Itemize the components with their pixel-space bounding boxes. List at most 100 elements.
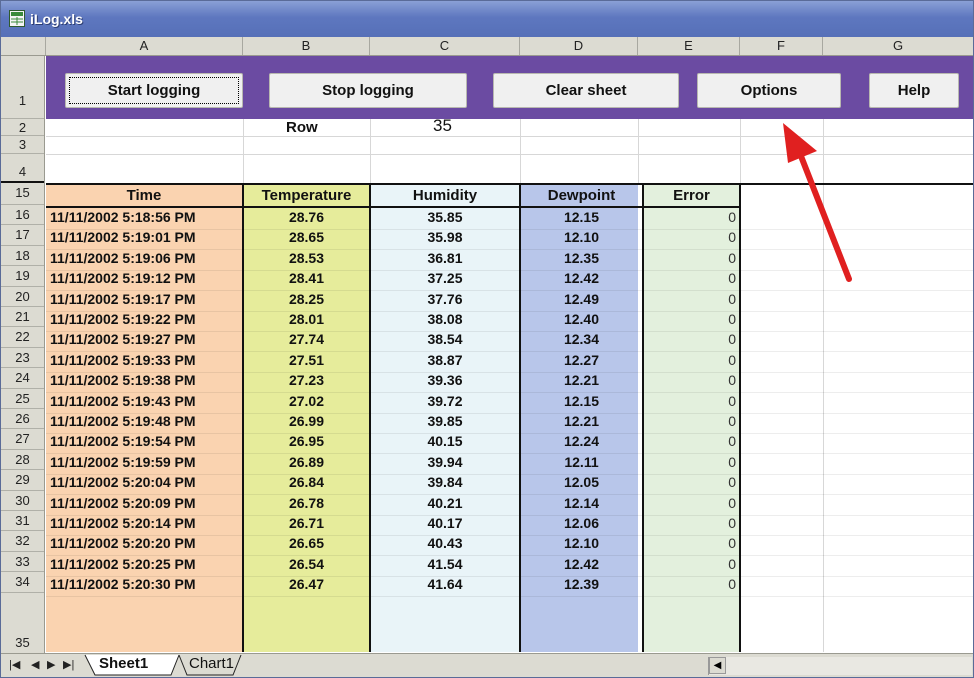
dewpoint-cell[interactable]: 12.15: [521, 393, 642, 409]
humidity-cell[interactable]: 38.08: [371, 311, 519, 327]
time-cell[interactable]: 11/11/2002 5:19:22 PM: [50, 311, 242, 327]
time-cell[interactable]: 11/11/2002 5:19:27 PM: [50, 331, 242, 347]
humidity-cell[interactable]: 37.76: [371, 291, 519, 307]
humidity-cell[interactable]: 39.94: [371, 454, 519, 470]
error-cell[interactable]: 0: [644, 393, 736, 409]
dewpoint-cell[interactable]: 12.10: [521, 535, 642, 551]
humidity-cell[interactable]: 35.98: [371, 229, 519, 245]
tab-sheet1[interactable]: Sheet1: [99, 655, 148, 672]
humidity-cell[interactable]: 39.36: [371, 372, 519, 388]
time-cell[interactable]: 11/11/2002 5:20:09 PM: [50, 495, 242, 511]
temperature-cell[interactable]: 28.65: [244, 229, 369, 245]
temperature-cell[interactable]: 28.41: [244, 270, 369, 286]
dewpoint-cell[interactable]: 12.11: [521, 454, 642, 470]
temperature-cell[interactable]: 27.51: [244, 352, 369, 368]
column-header-d[interactable]: D: [520, 37, 638, 55]
row-header-15[interactable]: 15: [1, 183, 44, 205]
row-header[interactable]: 29: [1, 470, 44, 491]
humidity-cell[interactable]: 37.25: [371, 270, 519, 286]
row-header-1[interactable]: 1: [1, 56, 44, 119]
temperature-cell[interactable]: 26.89: [244, 454, 369, 470]
column-header-g[interactable]: G: [823, 37, 973, 55]
dewpoint-cell[interactable]: 12.15: [521, 209, 642, 225]
temperature-cell[interactable]: 26.95: [244, 433, 369, 449]
time-cell[interactable]: 11/11/2002 5:19:38 PM: [50, 372, 242, 388]
error-cell[interactable]: 0: [644, 433, 736, 449]
temperature-cell[interactable]: 28.25: [244, 291, 369, 307]
row-header[interactable]: 30: [1, 491, 44, 511]
row-header-2[interactable]: 2: [1, 119, 44, 136]
scroll-left-icon[interactable]: ◀: [709, 657, 726, 674]
dewpoint-cell[interactable]: 12.24: [521, 433, 642, 449]
humidity-cell[interactable]: 36.81: [371, 250, 519, 266]
dewpoint-cell[interactable]: 12.34: [521, 331, 642, 347]
temperature-cell[interactable]: 26.54: [244, 556, 369, 572]
humidity-cell[interactable]: 40.17: [371, 515, 519, 531]
column-header-c[interactable]: C: [370, 37, 520, 55]
row-header[interactable]: 28: [1, 450, 44, 471]
humidity-cell[interactable]: 40.43: [371, 535, 519, 551]
temperature-cell[interactable]: 26.78: [244, 495, 369, 511]
error-cell[interactable]: 0: [644, 556, 736, 572]
row-header[interactable]: 23: [1, 348, 44, 369]
humidity-cell[interactable]: 41.64: [371, 576, 519, 592]
row-header[interactable]: 17: [1, 225, 44, 246]
column-header-e[interactable]: E: [638, 37, 740, 55]
humidity-cell[interactable]: 40.15: [371, 433, 519, 449]
temperature-cell[interactable]: 28.53: [244, 250, 369, 266]
temperature-cell[interactable]: 28.01: [244, 311, 369, 327]
tab-chart1[interactable]: Chart1: [189, 655, 234, 672]
dewpoint-cell[interactable]: 12.35: [521, 250, 642, 266]
humidity-cell[interactable]: 41.54: [371, 556, 519, 572]
dewpoint-cell[interactable]: 12.39: [521, 576, 642, 592]
error-cell[interactable]: 0: [644, 576, 736, 592]
dewpoint-cell[interactable]: 12.42: [521, 270, 642, 286]
error-cell[interactable]: 0: [644, 352, 736, 368]
temperature-cell[interactable]: 26.65: [244, 535, 369, 551]
time-cell[interactable]: 11/11/2002 5:20:25 PM: [50, 556, 242, 572]
dewpoint-cell[interactable]: 12.49: [521, 291, 642, 307]
dewpoint-cell[interactable]: 12.06: [521, 515, 642, 531]
row-header[interactable]: 34: [1, 572, 44, 593]
clear-sheet-button[interactable]: Clear sheet: [493, 73, 679, 108]
time-cell[interactable]: 11/11/2002 5:19:12 PM: [50, 270, 242, 286]
time-cell[interactable]: 11/11/2002 5:20:30 PM: [50, 576, 242, 592]
time-cell[interactable]: 11/11/2002 5:19:17 PM: [50, 291, 242, 307]
dewpoint-cell[interactable]: 12.05: [521, 474, 642, 490]
row-header[interactable]: 33: [1, 552, 44, 573]
error-cell[interactable]: 0: [644, 535, 736, 551]
error-cell[interactable]: 0: [644, 311, 736, 327]
temperature-cell[interactable]: 27.74: [244, 331, 369, 347]
dewpoint-cell[interactable]: 12.40: [521, 311, 642, 327]
humidity-cell[interactable]: 38.87: [371, 352, 519, 368]
time-cell[interactable]: 11/11/2002 5:20:14 PM: [50, 515, 242, 531]
time-cell[interactable]: 11/11/2002 5:20:20 PM: [50, 535, 242, 551]
dewpoint-cell[interactable]: 12.42: [521, 556, 642, 572]
column-header-a[interactable]: A: [46, 37, 243, 55]
humidity-cell[interactable]: 39.72: [371, 393, 519, 409]
select-all-corner[interactable]: [1, 37, 46, 55]
row-header[interactable]: 19: [1, 266, 44, 287]
dewpoint-cell[interactable]: 12.27: [521, 352, 642, 368]
error-cell[interactable]: 0: [644, 515, 736, 531]
error-cell[interactable]: 0: [644, 209, 736, 225]
row-header[interactable]: 26: [1, 409, 44, 430]
next-sheet-icon[interactable]: ▶: [47, 658, 55, 671]
time-cell[interactable]: 11/11/2002 5:19:06 PM: [50, 250, 242, 266]
temperature-cell[interactable]: 27.23: [244, 372, 369, 388]
error-cell[interactable]: 0: [644, 454, 736, 470]
start-logging-button[interactable]: Start logging: [65, 73, 243, 108]
time-cell[interactable]: 11/11/2002 5:19:48 PM: [50, 413, 242, 429]
time-cell[interactable]: 11/11/2002 5:19:43 PM: [50, 393, 242, 409]
column-header-f[interactable]: F: [740, 37, 823, 55]
first-sheet-icon[interactable]: |◀: [9, 658, 20, 671]
prev-sheet-icon[interactable]: ◀: [31, 658, 39, 671]
dewpoint-cell[interactable]: 12.21: [521, 413, 642, 429]
time-cell[interactable]: 11/11/2002 5:19:54 PM: [50, 433, 242, 449]
column-header-b[interactable]: B: [243, 37, 370, 55]
row-header-3[interactable]: 3: [1, 136, 44, 154]
humidity-cell[interactable]: 35.85: [371, 209, 519, 225]
error-cell[interactable]: 0: [644, 413, 736, 429]
error-cell[interactable]: 0: [644, 372, 736, 388]
time-cell[interactable]: 11/11/2002 5:18:56 PM: [50, 209, 242, 225]
